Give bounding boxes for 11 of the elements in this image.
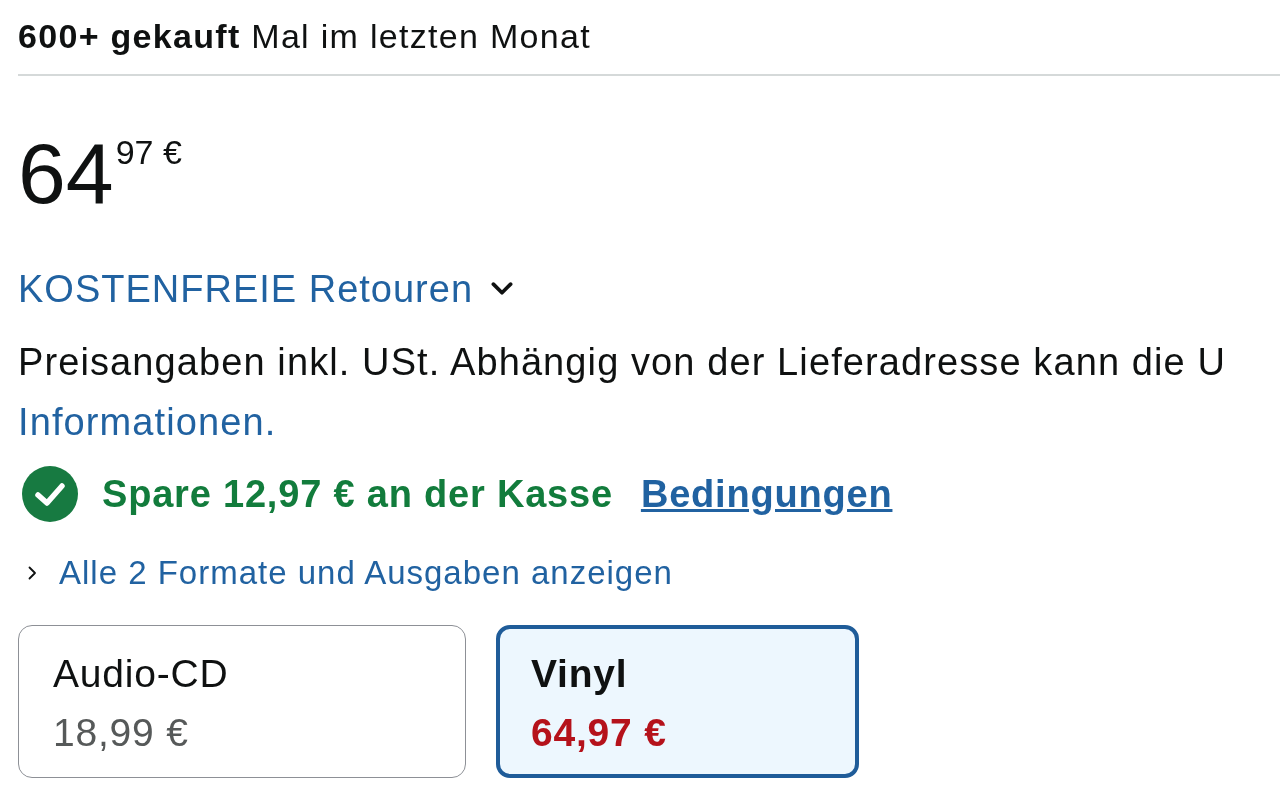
more-info-link[interactable]: Informationen. bbox=[18, 392, 277, 452]
free-returns-dropdown[interactable]: KOSTENFREIE Retouren bbox=[18, 264, 514, 314]
terms-link[interactable]: Bedingungen bbox=[640, 472, 893, 516]
chevron-right-icon bbox=[28, 566, 37, 580]
format-option[interactable]: Vinyl 64,97 € bbox=[496, 625, 859, 778]
all-formats-link[interactable]: Alle 2 Formate und Ausgaben anzeigen bbox=[18, 551, 673, 595]
check-circle-icon bbox=[22, 466, 78, 522]
purchase-count-text: 600+ gekauft Mal im letzten Monat bbox=[18, 16, 591, 57]
coupon-savings-text: Spare 12,97 € an der Kasse bbox=[102, 472, 613, 516]
format-option[interactable]: Audio-CD 18,99 € bbox=[18, 625, 466, 778]
tax-note-text: Preisangaben inkl. USt. Abhängig von der Lieferadresse kann die U bbox=[18, 340, 1226, 385]
